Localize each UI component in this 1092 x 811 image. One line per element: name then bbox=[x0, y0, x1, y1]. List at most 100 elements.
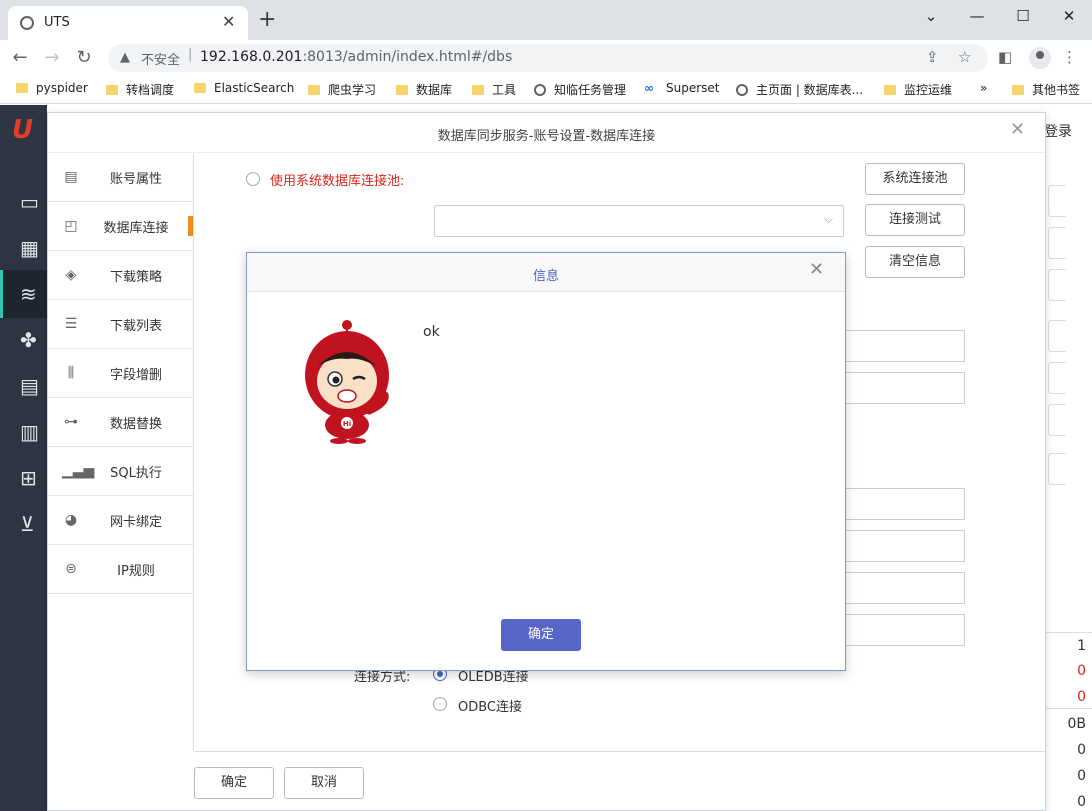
stat-value: 0B bbox=[1067, 716, 1086, 732]
active-indicator bbox=[188, 216, 193, 236]
bookmark-item[interactable]: 主页面 | 数据库表... bbox=[736, 81, 863, 99]
background-input bbox=[1048, 269, 1066, 301]
file-list-icon[interactable]: ▥ bbox=[20, 420, 46, 444]
list-icon: ☰ bbox=[64, 316, 78, 332]
close-window-icon[interactable]: ✕ bbox=[1046, 2, 1092, 32]
modal-title: 数据库同步服务-账号设置-数据库连接 bbox=[437, 129, 656, 144]
url-path: :8013/admin/index.html#/dbs bbox=[302, 49, 513, 65]
folder-icon bbox=[472, 85, 484, 95]
use-pool-radio[interactable] bbox=[246, 172, 260, 186]
system-pool-button[interactable]: 系统连接池 bbox=[865, 163, 965, 195]
connection-field[interactable] bbox=[846, 530, 965, 562]
close-icon[interactable]: ✕ bbox=[809, 259, 824, 280]
connection-field[interactable] bbox=[846, 330, 965, 362]
folder-icon bbox=[194, 83, 206, 93]
menu-item-db-connection[interactable]: ◰ 数据库连接 bbox=[48, 202, 193, 251]
profile-avatar-icon[interactable] bbox=[1029, 47, 1051, 69]
back-icon[interactable]: ← bbox=[8, 46, 32, 70]
ok-button[interactable]: 确定 bbox=[194, 767, 274, 799]
browser-tabstrip: UTS ✕ + ⌄ — ☐ ✕ bbox=[0, 0, 1092, 40]
odbc-radio[interactable] bbox=[433, 697, 447, 711]
bookmark-item[interactable]: 知临任务管理 bbox=[534, 81, 626, 99]
monitor-icon[interactable]: ▭ bbox=[20, 190, 46, 214]
download-box-icon[interactable]: ⊻ bbox=[20, 512, 46, 536]
grid-icon[interactable]: ✤ bbox=[20, 328, 46, 352]
pool-select[interactable]: ⌵ bbox=[434, 205, 844, 237]
info-dialog: 信息 ✕ Hi ok 确定 bbox=[246, 252, 846, 671]
clear-info-button[interactable]: 清空信息 bbox=[865, 246, 965, 278]
bookmark-item[interactable]: 数据库 bbox=[396, 81, 452, 99]
background-input bbox=[1048, 404, 1066, 436]
new-tab-icon[interactable]: + bbox=[258, 9, 276, 31]
close-icon[interactable]: ✕ bbox=[1010, 119, 1025, 140]
superset-icon: ∞ bbox=[644, 81, 654, 95]
bookmark-item[interactable]: ∞ Superset bbox=[644, 81, 720, 99]
bookmark-item[interactable]: 爬虫学习 bbox=[308, 81, 376, 99]
chevron-down-icon[interactable]: ⌄ bbox=[908, 2, 954, 32]
bookmark-item[interactable]: 转档调度 bbox=[106, 81, 174, 99]
calendar-icon[interactable]: ▦ bbox=[20, 236, 46, 260]
background-input bbox=[1048, 453, 1066, 485]
menu-item-ip-rules[interactable]: ⊜ IP规则 bbox=[48, 545, 193, 594]
bookmark-item[interactable]: ElasticSearch bbox=[194, 81, 294, 99]
address-bar[interactable]: ▲ 不安全 | 192.168.0.201:8013/admin/index.h… bbox=[108, 44, 988, 72]
cancel-button[interactable]: 取消 bbox=[284, 767, 364, 799]
reload-icon[interactable]: ↻ bbox=[72, 46, 96, 70]
window-icon[interactable]: ▤ bbox=[20, 374, 46, 398]
info-message: ok bbox=[423, 324, 440, 340]
stat-value: 0 bbox=[1077, 794, 1086, 810]
connection-field[interactable] bbox=[846, 372, 965, 404]
menu-item-label: SQL执行 bbox=[110, 466, 162, 481]
menu-item-data-replace[interactable]: ⊶ 数据替换 bbox=[48, 398, 193, 447]
more-bookmarks-icon[interactable]: » bbox=[980, 81, 987, 99]
background-input bbox=[1048, 320, 1066, 352]
diamond-icon: ◈ bbox=[65, 267, 77, 283]
menu-item-label: 字段增删 bbox=[109, 368, 162, 383]
menu-item-download-list[interactable]: ☰ 下载列表 bbox=[48, 300, 193, 349]
mascot-icon: Hi bbox=[305, 320, 389, 444]
side-panel-icon[interactable]: ◧ bbox=[998, 48, 1012, 66]
star-icon[interactable]: ☆ bbox=[958, 48, 971, 66]
org-chart-icon[interactable]: ⊞ bbox=[20, 466, 46, 490]
menu-item-field-edit[interactable]: ⫼ 字段增删 bbox=[48, 349, 193, 398]
minimize-icon[interactable]: — bbox=[954, 2, 1000, 32]
bookmark-item[interactable]: pyspider bbox=[16, 81, 88, 99]
menu-item-download-strategy[interactable]: ◈ 下载策略 bbox=[48, 251, 193, 300]
url-text: 192.168.0.201:8013/admin/index.html#/dbs bbox=[200, 49, 512, 65]
menu-item-sql-exec[interactable]: ▁▃▅ SQL执行 bbox=[48, 447, 193, 496]
browser-tab[interactable]: UTS ✕ bbox=[8, 6, 248, 40]
url-host: 192.168.0.201 bbox=[200, 49, 303, 65]
share-icon[interactable]: ⇪ bbox=[926, 48, 939, 66]
database-icon[interactable]: ≋ bbox=[20, 282, 46, 306]
connection-field[interactable] bbox=[846, 614, 965, 646]
divider bbox=[1046, 632, 1092, 633]
bookmark-item[interactable]: 监控运维 bbox=[884, 81, 952, 99]
menu-item-label: 下载策略 bbox=[109, 270, 162, 285]
bookmark-item[interactable]: 其他书签 bbox=[1012, 81, 1080, 99]
tab-title: UTS bbox=[44, 15, 70, 30]
chevron-down-icon: ⌵ bbox=[823, 212, 833, 226]
info-ok-button[interactable]: 确定 bbox=[501, 619, 581, 651]
menu-item-nic-binding[interactable]: ◕ 网卡绑定 bbox=[48, 496, 193, 545]
test-connection-button[interactable]: 连接测试 bbox=[865, 204, 965, 236]
login-link[interactable]: 登录 bbox=[1044, 121, 1072, 141]
rule-icon: ⊜ bbox=[65, 561, 77, 577]
info-dialog-title: 信息 bbox=[532, 269, 559, 284]
use-pool-label: 使用系统数据库连接池: bbox=[270, 174, 405, 189]
forward-icon[interactable]: → bbox=[40, 46, 64, 70]
bookmark-item[interactable]: 工具 bbox=[472, 81, 516, 99]
close-tab-icon[interactable]: ✕ bbox=[222, 12, 235, 31]
connection-field[interactable] bbox=[846, 572, 965, 604]
connection-field[interactable] bbox=[846, 488, 965, 520]
modal-header: 数据库同步服务-账号设置-数据库连接 ✕ bbox=[48, 113, 1045, 153]
menu-item-label: 数据库连接 bbox=[103, 221, 169, 236]
globe-icon bbox=[534, 84, 546, 96]
more-menu-icon[interactable]: ⋮ bbox=[1062, 48, 1077, 66]
menu-item-account-properties[interactable]: ▤ 账号属性 bbox=[48, 153, 193, 202]
warning-icon[interactable]: ▲ bbox=[120, 50, 130, 65]
maximize-icon[interactable]: ☐ bbox=[1000, 2, 1046, 32]
footer-divider bbox=[194, 751, 1045, 752]
svg-text:Hi: Hi bbox=[343, 420, 351, 428]
folder-icon bbox=[884, 85, 896, 95]
insecure-label: 不安全 bbox=[141, 53, 181, 68]
